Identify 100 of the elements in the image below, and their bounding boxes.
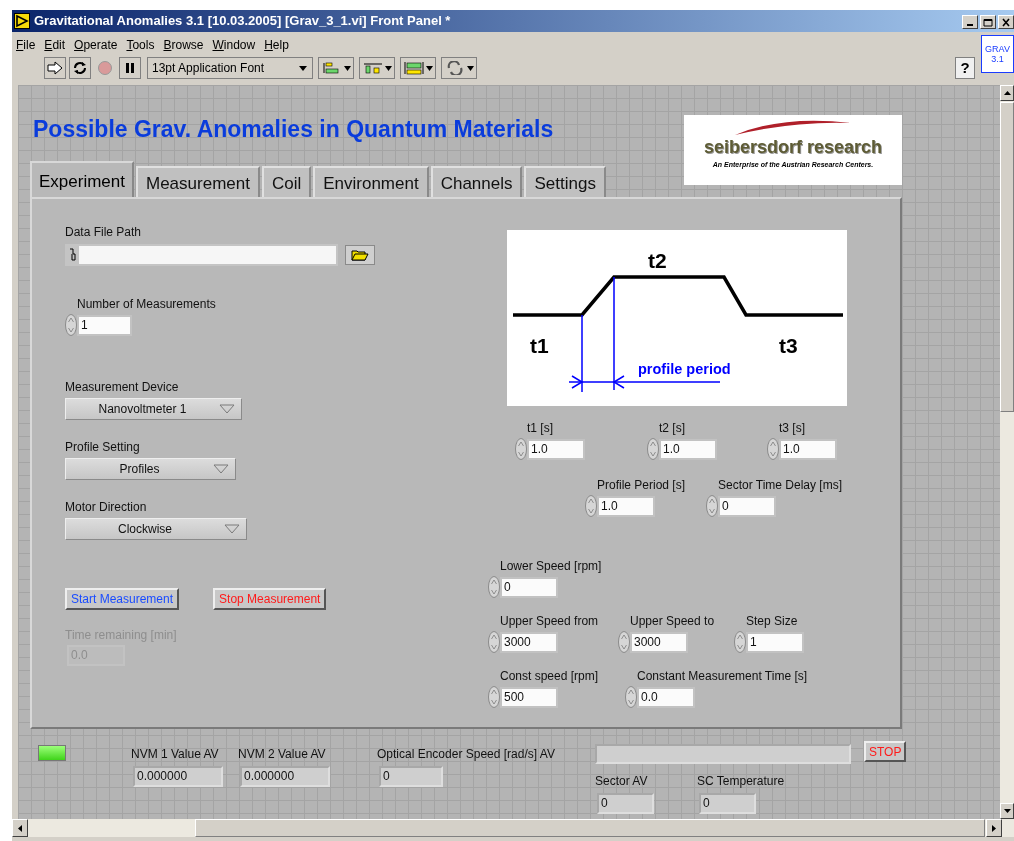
- dropdown[interactable]: Clockwise: [65, 518, 247, 540]
- indicator-field: 0: [379, 766, 443, 787]
- menu-item[interactable]: Tools: [126, 36, 155, 54]
- tab[interactable]: Measurement: [136, 166, 260, 197]
- control-label: t1 [s]: [527, 421, 554, 435]
- menu-item[interactable]: Operate: [74, 36, 118, 54]
- reorder-button[interactable]: [441, 57, 477, 79]
- menu-item[interactable]: Help: [264, 36, 289, 54]
- window-title: Gravitational Anomalies 3.1 [10.03.2005] [Grav_3_1.vi] Front Panel *: [34, 12, 451, 31]
- indicator-label: Optical Encoder Speed [rad/s] AV: [377, 747, 556, 761]
- menu-item[interactable]: Edit: [44, 36, 66, 54]
- spin-buttons[interactable]: [734, 631, 746, 653]
- menu-item[interactable]: Browse: [163, 36, 204, 54]
- minimize-button[interactable]: [962, 15, 978, 29]
- time-label: t3: [779, 334, 798, 357]
- align-button[interactable]: [318, 57, 354, 79]
- tab[interactable]: Settings: [524, 166, 606, 197]
- indicator-label: Sector AV: [595, 774, 649, 788]
- control-label: Upper Speed from: [500, 614, 600, 628]
- indicator-field: 0: [699, 793, 756, 814]
- dropdown[interactable]: Profiles: [65, 458, 236, 480]
- numeric-field[interactable]: 1.0: [597, 495, 655, 517]
- tab[interactable]: Coil: [261, 166, 312, 197]
- vertical-scrollbar[interactable]: [1000, 85, 1014, 819]
- control-label: Upper Speed to: [630, 614, 716, 628]
- resize-button[interactable]: [400, 57, 436, 79]
- control-label: Constant Measurement Time [s]: [637, 669, 808, 683]
- numeric-field[interactable]: 1.0: [659, 438, 717, 460]
- path-field[interactable]: [65, 244, 338, 266]
- numeric-field[interactable]: 1.0: [779, 438, 837, 460]
- indicator-field: 0: [597, 793, 654, 814]
- font-dropdown[interactable]: 13pt Application Font: [147, 57, 313, 79]
- tab[interactable]: Experiment: [30, 161, 134, 197]
- numeric-field[interactable]: 0: [500, 576, 558, 598]
- dropdown-arrow-icon: [224, 524, 240, 534]
- caret-icon: [343, 65, 351, 71]
- numeric-field[interactable]: 1: [77, 314, 132, 336]
- app-icon: [14, 13, 30, 29]
- numeric-field[interactable]: 3000: [500, 631, 558, 653]
- spin-buttons[interactable]: [488, 631, 500, 653]
- time-label: t1: [530, 334, 549, 357]
- menu-item[interactable]: File: [16, 36, 36, 54]
- ring-label: Profile Setting: [65, 440, 141, 454]
- numeric-field[interactable]: 500: [500, 686, 558, 708]
- distribute-button[interactable]: [359, 57, 395, 79]
- control-label: Lower Speed [rpm]: [500, 559, 602, 573]
- horizontal-scrollbar[interactable]: [12, 819, 1014, 837]
- circular-arrows-icon: [72, 60, 88, 76]
- tab[interactable]: Channels: [430, 166, 523, 197]
- start-measurement-button[interactable]: Start Measurement: [65, 588, 180, 610]
- spin-buttons[interactable]: [65, 314, 77, 336]
- numeric-field[interactable]: 1: [746, 631, 804, 653]
- help-button[interactable]: ?: [955, 57, 975, 79]
- spin-buttons[interactable]: [767, 438, 779, 460]
- numeric-field[interactable]: 1.0: [527, 438, 585, 460]
- spin-buttons[interactable]: [585, 495, 597, 517]
- control-label: Step Size: [746, 614, 799, 628]
- control-label: Sector Time Delay [ms]: [718, 478, 843, 492]
- indicator-label: NVM 1 Value AV: [131, 747, 220, 761]
- run-continuously-button[interactable]: [69, 57, 91, 79]
- path-icon: [69, 248, 77, 262]
- scroll-down-icon: [1003, 809, 1011, 813]
- numeric-field[interactable]: 3000: [630, 631, 688, 653]
- scroll-right-icon: [992, 824, 996, 832]
- ring-label: Measurement Device: [65, 380, 180, 394]
- menu-item[interactable]: Window: [212, 36, 256, 54]
- close-button[interactable]: [998, 15, 1014, 29]
- tab[interactable]: Environment: [313, 166, 429, 197]
- control-label: t3 [s]: [779, 421, 806, 435]
- close-icon: [1001, 17, 1011, 27]
- browse-button[interactable]: [345, 245, 375, 265]
- spin-buttons[interactable]: [488, 686, 500, 708]
- control-label: Profile Period [s]: [597, 478, 687, 492]
- maximize-button[interactable]: [980, 15, 996, 29]
- dropdown[interactable]: Nanovoltmeter 1: [65, 398, 242, 420]
- panel-heading: Possible Grav. Anomalies in Quantum Materials: [33, 115, 555, 143]
- maximize-icon: [983, 17, 993, 27]
- caret-icon: [384, 65, 392, 71]
- numeric-field[interactable]: 0: [718, 495, 776, 517]
- numeric-field[interactable]: 0.0: [637, 686, 695, 708]
- control-label: Number of Measurements: [77, 297, 217, 311]
- spin-buttons[interactable]: [625, 686, 637, 708]
- spin-buttons[interactable]: [647, 438, 659, 460]
- indicator-label: SC Temperature: [697, 774, 785, 788]
- vi-icon-text: 3.1: [991, 54, 1004, 64]
- control-label: t2 [s]: [659, 421, 686, 435]
- dropdown-arrow-icon: [219, 404, 235, 414]
- run-button[interactable]: [44, 57, 66, 79]
- spin-buttons[interactable]: [488, 576, 500, 598]
- spin-buttons[interactable]: [515, 438, 527, 460]
- folder-icon: [351, 249, 369, 261]
- period-label: profile period: [638, 361, 731, 377]
- pause-button[interactable]: [119, 57, 141, 79]
- stop-circle-icon: [97, 60, 113, 76]
- caret-icon: [466, 65, 474, 71]
- spin-buttons[interactable]: [706, 495, 718, 517]
- spin-buttons[interactable]: [618, 631, 630, 653]
- indicator-label: NVM 2 Value AV: [238, 747, 327, 761]
- ring-label: Motor Direction: [65, 500, 148, 514]
- distribute-icon: [362, 61, 383, 75]
